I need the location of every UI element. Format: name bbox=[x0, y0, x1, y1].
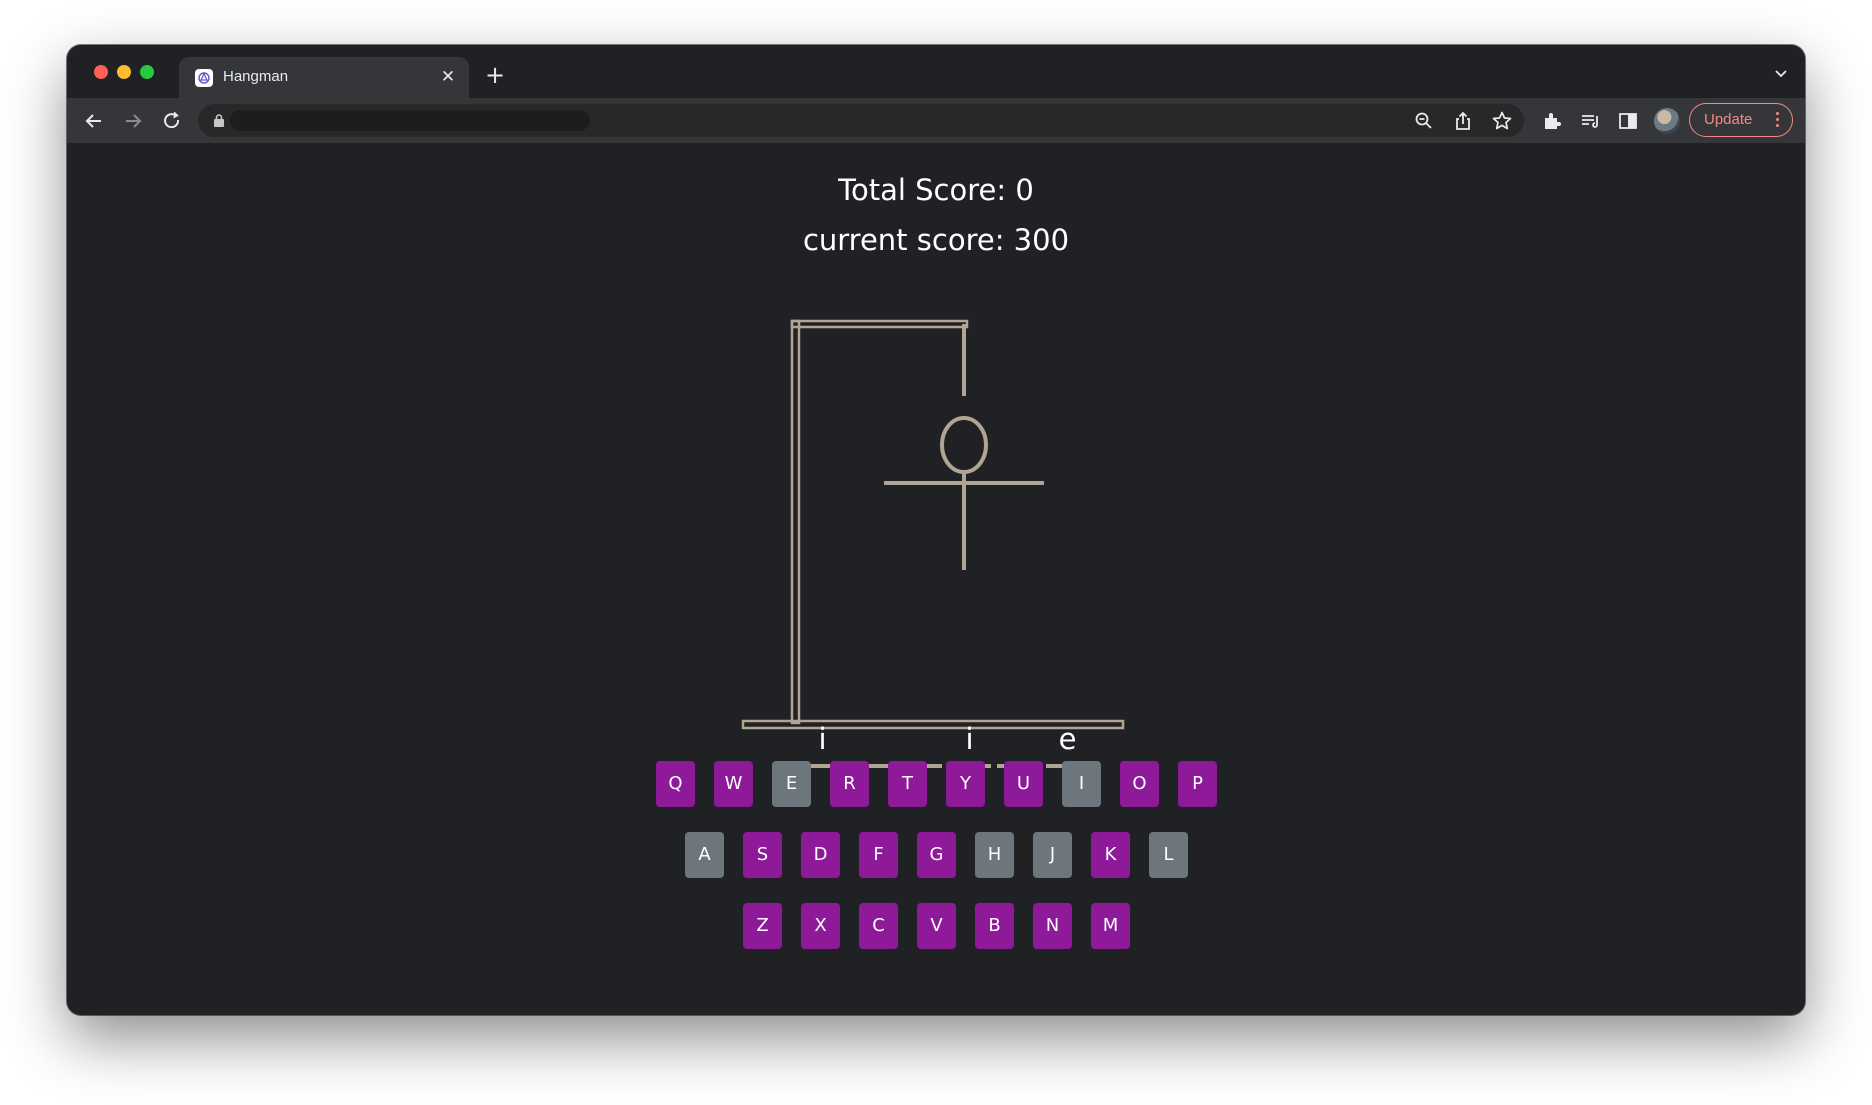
key-z[interactable]: Z bbox=[743, 903, 782, 949]
gallows-post bbox=[790, 319, 801, 725]
key-m[interactable]: M bbox=[1091, 903, 1130, 949]
browser-window: Hangman ✕ + Update Total Score: 0 curren… bbox=[67, 45, 1805, 1015]
slot-letter: i bbox=[818, 722, 827, 756]
key-w[interactable]: W bbox=[714, 761, 753, 807]
lock-icon bbox=[212, 113, 226, 128]
share-icon[interactable] bbox=[1451, 109, 1475, 133]
url-field[interactable] bbox=[230, 110, 590, 131]
key-c[interactable]: C bbox=[859, 903, 898, 949]
key-d[interactable]: D bbox=[801, 832, 840, 878]
tab-search-chevron-icon[interactable] bbox=[1771, 63, 1791, 83]
minimize-window-button[interactable] bbox=[117, 65, 131, 79]
update-label: Update bbox=[1704, 111, 1753, 128]
key-e: E bbox=[772, 761, 811, 807]
tab-title: Hangman bbox=[223, 68, 289, 85]
key-u[interactable]: U bbox=[1004, 761, 1043, 807]
page-content: Total Score: 0 current score: 300 iie QW… bbox=[67, 143, 1805, 1015]
key-x[interactable]: X bbox=[801, 903, 840, 949]
back-icon[interactable] bbox=[81, 108, 107, 134]
zoom-icon[interactable] bbox=[1412, 109, 1436, 133]
update-button[interactable]: Update bbox=[1689, 103, 1793, 137]
key-j: J bbox=[1033, 832, 1072, 878]
key-t[interactable]: T bbox=[888, 761, 927, 807]
extensions-icon[interactable] bbox=[1539, 108, 1565, 134]
hangman-drawing bbox=[741, 319, 1125, 730]
key-r[interactable]: R bbox=[830, 761, 869, 807]
forward-icon[interactable] bbox=[120, 108, 146, 134]
key-k[interactable]: K bbox=[1091, 832, 1130, 878]
slot-letter: i bbox=[965, 722, 974, 756]
slot-letter: e bbox=[1058, 722, 1077, 756]
key-a: A bbox=[685, 832, 724, 878]
title-bar: Hangman ✕ + bbox=[67, 45, 1805, 98]
reload-icon[interactable] bbox=[159, 108, 185, 134]
key-b[interactable]: B bbox=[975, 903, 1014, 949]
side-panel-icon[interactable] bbox=[1615, 108, 1641, 134]
browser-toolbar: Update bbox=[67, 98, 1805, 143]
gallows-frame bbox=[741, 319, 1125, 730]
key-h: H bbox=[975, 832, 1014, 878]
key-p[interactable]: P bbox=[1178, 761, 1217, 807]
close-window-button[interactable] bbox=[94, 65, 108, 79]
key-s[interactable]: S bbox=[743, 832, 782, 878]
browser-tab[interactable]: Hangman ✕ bbox=[179, 57, 469, 98]
bookmark-star-icon[interactable] bbox=[1490, 109, 1514, 133]
address-bar[interactable] bbox=[198, 104, 1524, 137]
key-o[interactable]: O bbox=[1120, 761, 1159, 807]
gallows-beam bbox=[790, 319, 969, 329]
tab-close-icon[interactable]: ✕ bbox=[437, 66, 459, 88]
new-tab-button[interactable]: + bbox=[481, 61, 509, 89]
key-f[interactable]: F bbox=[859, 832, 898, 878]
key-g[interactable]: G bbox=[917, 832, 956, 878]
key-l: L bbox=[1149, 832, 1188, 878]
media-icon[interactable] bbox=[1577, 108, 1603, 134]
key-y[interactable]: Y bbox=[946, 761, 985, 807]
profile-avatar[interactable] bbox=[1654, 108, 1680, 134]
more-menu-icon[interactable] bbox=[1776, 112, 1780, 130]
key-n[interactable]: N bbox=[1033, 903, 1072, 949]
favicon-icon bbox=[195, 69, 213, 87]
key-v[interactable]: V bbox=[917, 903, 956, 949]
maximize-window-button[interactable] bbox=[140, 65, 154, 79]
hangman-head bbox=[940, 416, 988, 474]
key-q[interactable]: Q bbox=[656, 761, 695, 807]
key-i: I bbox=[1062, 761, 1101, 807]
